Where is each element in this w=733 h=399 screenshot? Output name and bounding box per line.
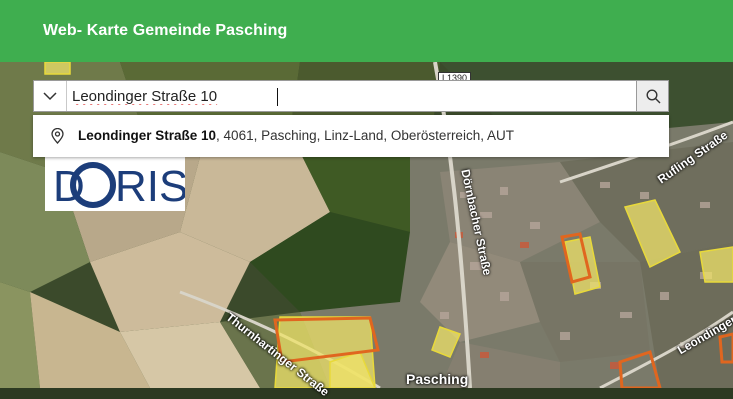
search-suggestions: Leondinger Straße 10, 4061, Pasching, Li… (33, 115, 669, 157)
page-title: Web- Karte Gemeinde Pasching (43, 22, 288, 39)
doris-logo-graphic: D RIS (53, 162, 188, 211)
suggestion-detail: , 4061, Pasching, Linz-Land, Oberösterre… (216, 128, 514, 143)
search-icon (646, 89, 661, 104)
suggestion-label: Leondinger Straße 10, 4061, Pasching, Li… (78, 128, 514, 143)
search-button[interactable] (636, 80, 669, 112)
suggestion-match: Leondinger Straße 10 (78, 128, 217, 143)
app-header: Web- Karte Gemeinde Pasching (0, 0, 733, 62)
suggestion-item[interactable]: Leondinger Straße 10, 4061, Pasching, Li… (33, 115, 669, 157)
doris-logo: D RIS (45, 157, 188, 211)
svg-text:RIS: RIS (115, 162, 185, 211)
search-source-dropdown[interactable] (34, 81, 67, 111)
text-caret (277, 88, 278, 106)
search-bar (33, 80, 669, 112)
chevron-down-icon (43, 92, 57, 101)
search-input[interactable] (70, 84, 552, 108)
map-label-pasching: Pasching (406, 371, 469, 387)
map-pin-icon (51, 128, 64, 144)
